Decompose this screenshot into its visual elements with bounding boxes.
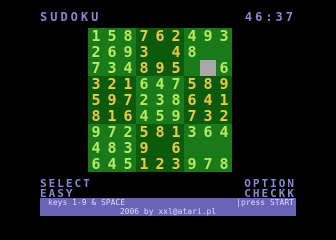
sudoku-cell[interactable]: 2 bbox=[216, 108, 232, 124]
sudoku-cell[interactable]: 9 bbox=[88, 124, 104, 140]
sudoku-cell[interactable]: 6 bbox=[136, 76, 152, 92]
sudoku-cell[interactable]: 7 bbox=[168, 76, 184, 92]
sudoku-cell[interactable]: 4 bbox=[136, 108, 152, 124]
sudoku-cell[interactable]: 6 bbox=[168, 140, 184, 156]
sudoku-cell[interactable]: 2 bbox=[88, 44, 104, 60]
sudoku-cell[interactable]: 5 bbox=[120, 156, 136, 172]
sudoku-cell[interactable]: 9 bbox=[184, 156, 200, 172]
sudoku-cell[interactable]: 1 bbox=[88, 28, 104, 44]
sudoku-cell[interactable]: 1 bbox=[136, 156, 152, 172]
sudoku-cell[interactable]: 7 bbox=[200, 156, 216, 172]
sudoku-cell[interactable]: 2 bbox=[136, 92, 152, 108]
sudoku-cell[interactable]: 8 bbox=[184, 44, 200, 60]
sudoku-cell[interactable] bbox=[216, 44, 232, 60]
sudoku-cell[interactable]: 4 bbox=[184, 28, 200, 44]
sudoku-cell[interactable]: 3 bbox=[136, 44, 152, 60]
sudoku-cell[interactable]: 6 bbox=[104, 44, 120, 60]
sudoku-cell[interactable]: 2 bbox=[104, 76, 120, 92]
game-screen: SUDOKU 46:37 158762493269348734895632164… bbox=[0, 0, 336, 240]
sudoku-cell[interactable]: 3 bbox=[88, 76, 104, 92]
sudoku-cell[interactable]: 9 bbox=[120, 44, 136, 60]
sudoku-cell[interactable]: 7 bbox=[184, 108, 200, 124]
sudoku-cell[interactable]: 2 bbox=[120, 124, 136, 140]
sudoku-cell[interactable]: 9 bbox=[200, 28, 216, 44]
sudoku-cell[interactable]: 9 bbox=[216, 76, 232, 92]
sudoku-cell[interactable]: 4 bbox=[200, 92, 216, 108]
sudoku-cell[interactable]: 5 bbox=[152, 108, 168, 124]
sudoku-cell[interactable]: 3 bbox=[184, 124, 200, 140]
sudoku-cell[interactable]: 1 bbox=[168, 124, 184, 140]
sudoku-cell[interactable]: 6 bbox=[88, 156, 104, 172]
sudoku-cell[interactable]: 6 bbox=[216, 60, 232, 76]
sudoku-cell[interactable]: 5 bbox=[136, 124, 152, 140]
sudoku-cell[interactable]: 2 bbox=[168, 28, 184, 44]
sudoku-cell[interactable]: 3 bbox=[120, 140, 136, 156]
sudoku-cell[interactable]: 8 bbox=[152, 124, 168, 140]
sudoku-cell[interactable]: 3 bbox=[104, 60, 120, 76]
sudoku-cell[interactable]: 7 bbox=[88, 60, 104, 76]
sudoku-cell[interactable]: 1 bbox=[216, 92, 232, 108]
sudoku-cell[interactable]: 4 bbox=[88, 140, 104, 156]
timer: 46:37 bbox=[244, 10, 296, 24]
sudoku-cell[interactable]: 4 bbox=[168, 44, 184, 60]
sudoku-cell[interactable]: 4 bbox=[104, 156, 120, 172]
credit-bar: 2006 by xxl@atari.pl bbox=[40, 207, 296, 216]
sudoku-cell[interactable]: 6 bbox=[120, 108, 136, 124]
sudoku-cell[interactable]: 8 bbox=[104, 140, 120, 156]
sudoku-cell[interactable] bbox=[200, 44, 216, 60]
sudoku-cell[interactable]: 7 bbox=[104, 124, 120, 140]
sudoku-cell[interactable]: 8 bbox=[168, 92, 184, 108]
sudoku-cell[interactable]: 4 bbox=[120, 60, 136, 76]
sudoku-cell[interactable]: 8 bbox=[216, 156, 232, 172]
sudoku-cell[interactable]: 5 bbox=[104, 28, 120, 44]
sudoku-cell[interactable]: 2 bbox=[152, 156, 168, 172]
sudoku-cell[interactable]: 4 bbox=[216, 124, 232, 140]
sudoku-cell[interactable] bbox=[184, 60, 200, 76]
game-title: SUDOKU bbox=[40, 10, 102, 24]
sudoku-cell[interactable]: 5 bbox=[168, 60, 184, 76]
sudoku-cell[interactable]: 7 bbox=[120, 92, 136, 108]
sudoku-cell[interactable]: 8 bbox=[120, 28, 136, 44]
sudoku-cell[interactable]: 9 bbox=[168, 108, 184, 124]
sudoku-cell[interactable]: 6 bbox=[184, 92, 200, 108]
sudoku-cell[interactable]: 3 bbox=[216, 28, 232, 44]
sudoku-board[interactable]: 1587624932693487348956321647589597238641… bbox=[88, 28, 232, 172]
sudoku-cell[interactable]: 8 bbox=[88, 108, 104, 124]
sudoku-cell[interactable]: 1 bbox=[104, 108, 120, 124]
sudoku-cell[interactable]: 9 bbox=[136, 140, 152, 156]
sudoku-cell[interactable]: 1 bbox=[120, 76, 136, 92]
sudoku-cell[interactable]: 5 bbox=[184, 76, 200, 92]
sudoku-cell[interactable]: 5 bbox=[88, 92, 104, 108]
sudoku-cell[interactable] bbox=[200, 60, 216, 76]
help-bar: keys 1-9 & SPACE |press START bbox=[40, 198, 296, 207]
sudoku-cell[interactable]: 9 bbox=[104, 92, 120, 108]
sudoku-cell[interactable]: 4 bbox=[152, 76, 168, 92]
sudoku-cell[interactable] bbox=[152, 140, 168, 156]
sudoku-cell[interactable] bbox=[152, 44, 168, 60]
sudoku-cell[interactable]: 8 bbox=[200, 76, 216, 92]
sudoku-cell[interactable]: 3 bbox=[152, 92, 168, 108]
sudoku-cell[interactable] bbox=[216, 140, 232, 156]
sudoku-cell[interactable] bbox=[184, 140, 200, 156]
sudoku-cell[interactable]: 7 bbox=[136, 28, 152, 44]
sudoku-cell[interactable] bbox=[200, 140, 216, 156]
sudoku-cell[interactable]: 6 bbox=[152, 28, 168, 44]
help-keys-text: keys 1-9 & SPACE bbox=[48, 198, 126, 207]
sudoku-cell[interactable]: 9 bbox=[152, 60, 168, 76]
help-start-text: |press START bbox=[236, 198, 294, 207]
sudoku-cell[interactable]: 3 bbox=[200, 108, 216, 124]
sudoku-cell[interactable]: 3 bbox=[168, 156, 184, 172]
sudoku-cell[interactable]: 6 bbox=[200, 124, 216, 140]
sudoku-cell[interactable]: 8 bbox=[136, 60, 152, 76]
